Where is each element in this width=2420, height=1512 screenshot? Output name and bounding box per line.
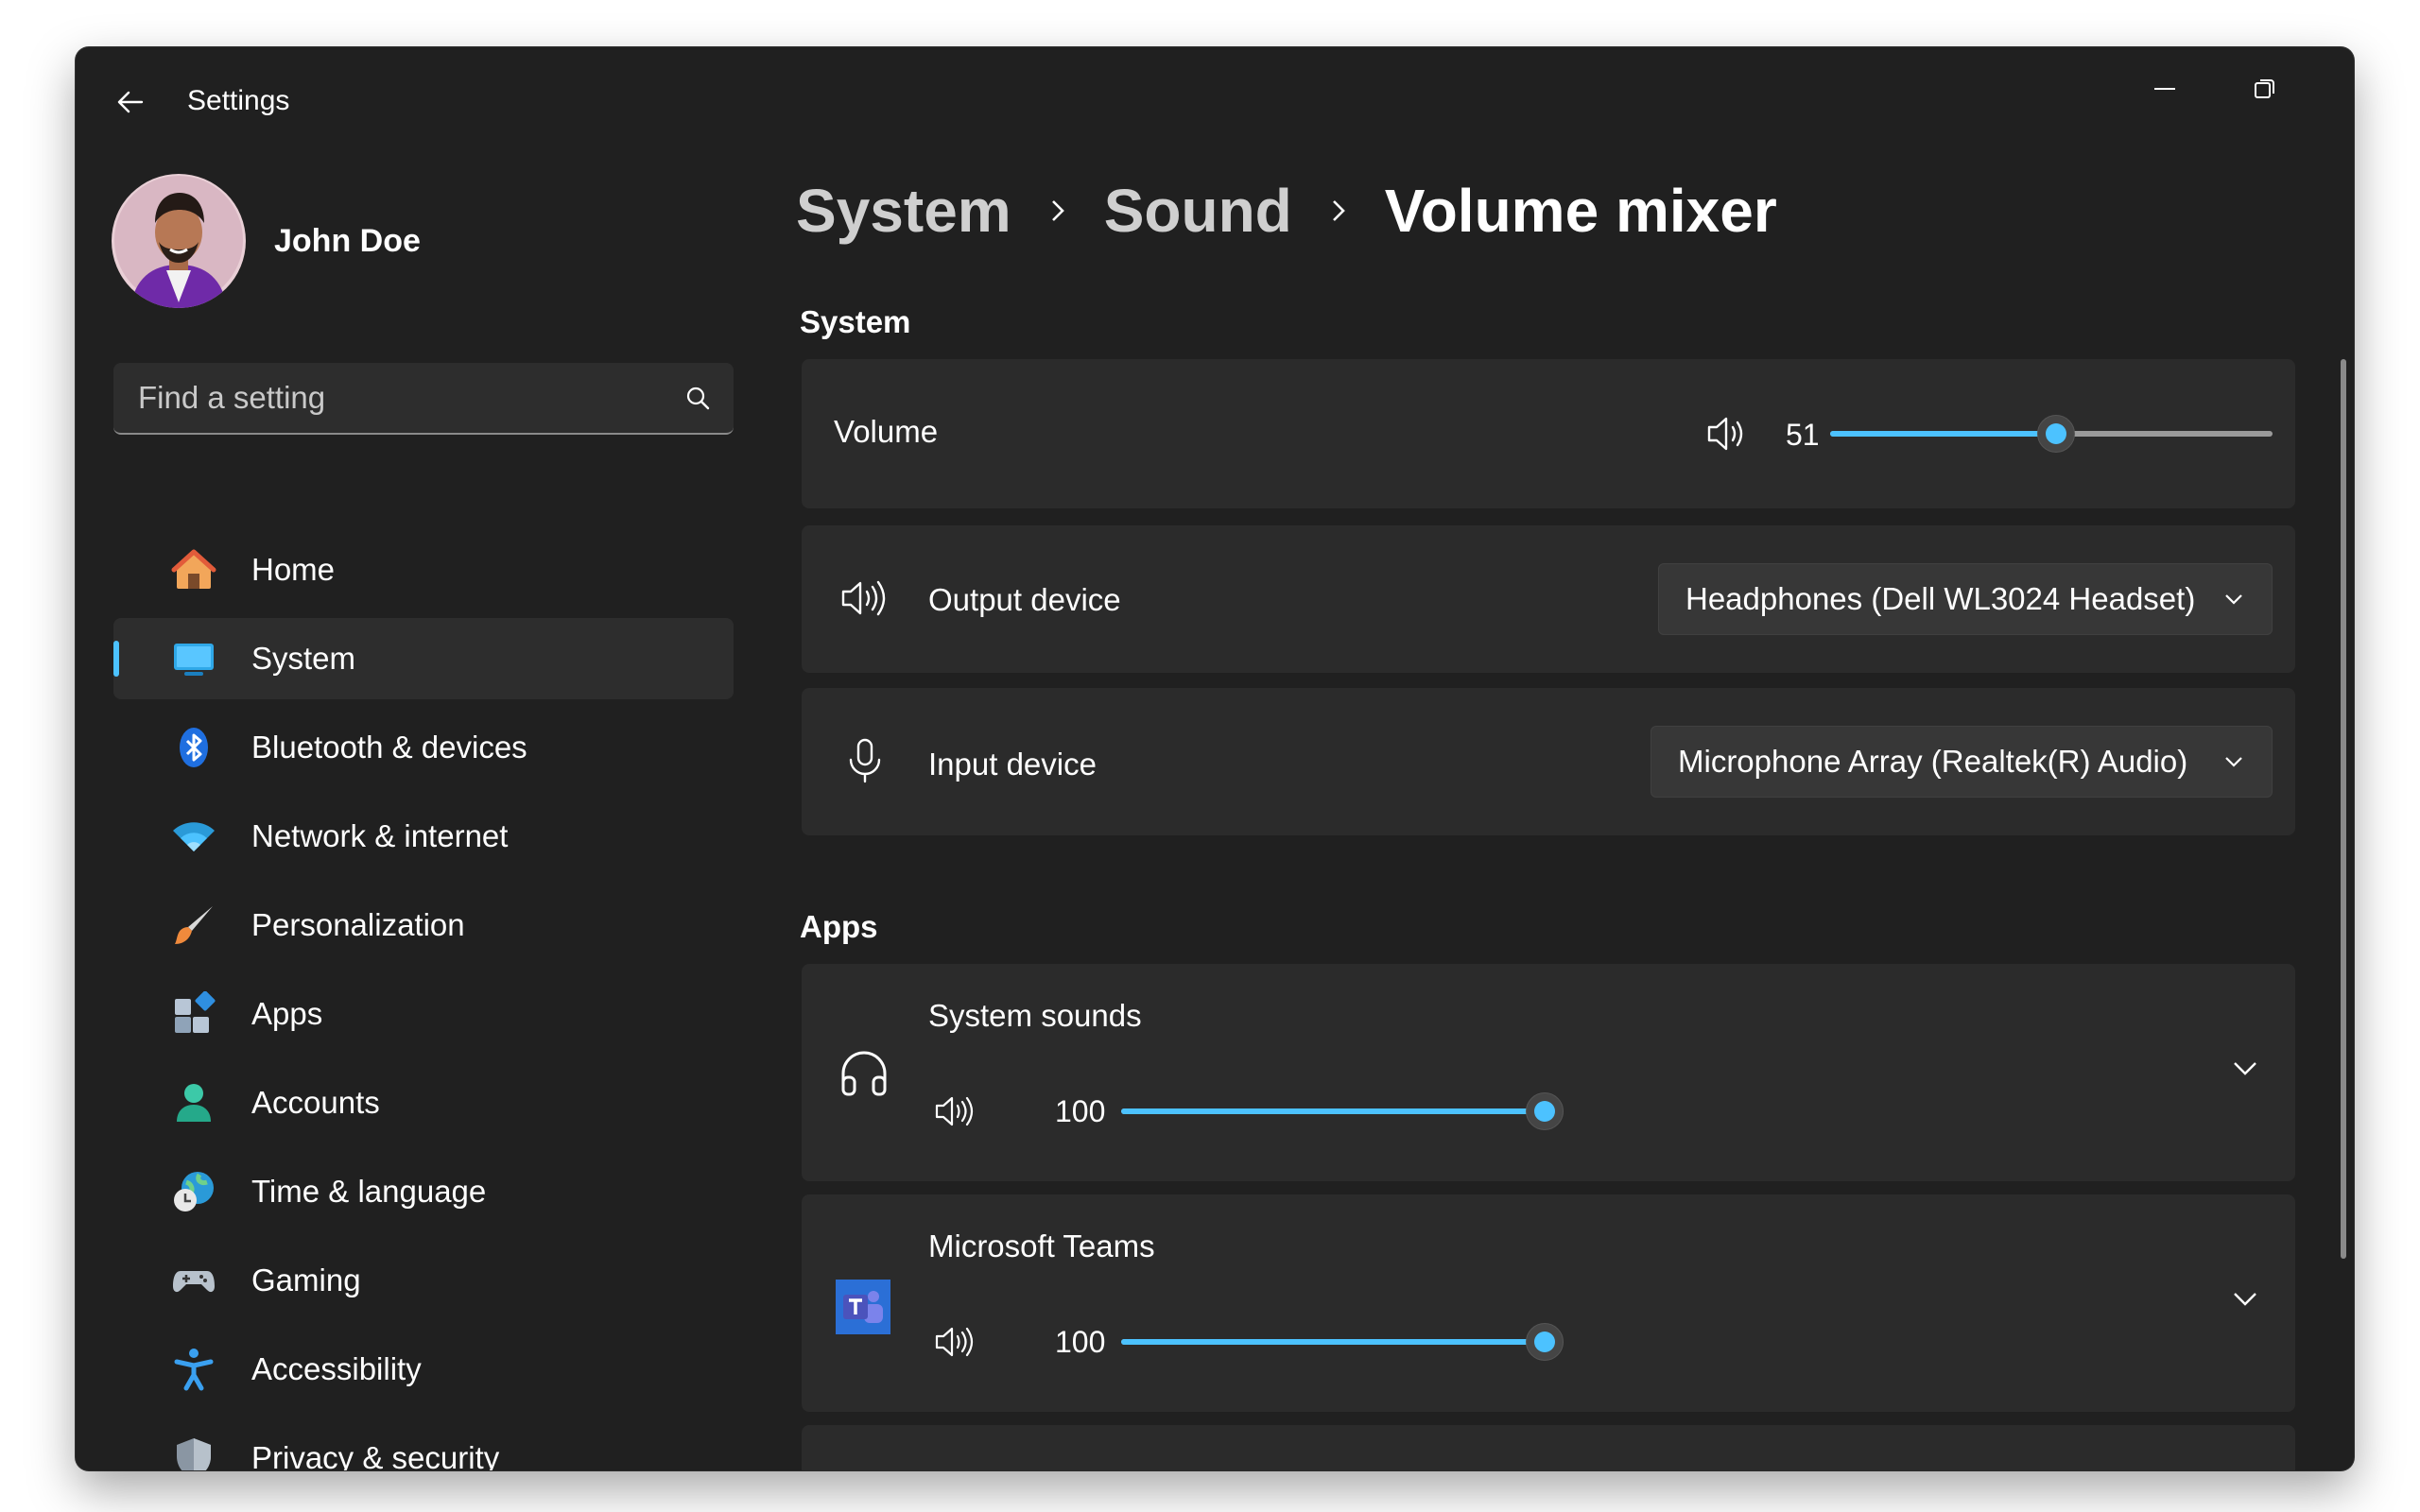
sidebar-item-privacy[interactable]: Privacy & security <box>113 1418 734 1470</box>
minimize-icon <box>2154 88 2175 90</box>
input-device-label: Input device <box>928 747 1097 782</box>
sidebar-item-label: Accounts <box>251 1085 380 1120</box>
restore-button[interactable] <box>2218 60 2312 117</box>
page-title: Volume mixer <box>1384 177 1777 245</box>
app-title: Settings <box>187 85 290 116</box>
profile-name: John Doe <box>274 222 421 259</box>
output-device-dropdown[interactable]: Headphones (Dell WL3024 Headset) <box>1658 563 2273 635</box>
speaker-icon[interactable] <box>1705 414 1747 458</box>
user-profile[interactable]: John Doe <box>112 174 421 308</box>
sidebar-item-accessibility[interactable]: Accessibility <box>113 1329 734 1410</box>
volume-slider[interactable] <box>1830 415 2273 453</box>
sidebar-nav: Home System Bluetooth & devices Network … <box>113 529 734 1470</box>
sidebar-item-label: Time & language <box>251 1174 487 1209</box>
sidebar-item-label: Privacy & security <box>251 1440 500 1470</box>
app-name: Microsoft Teams <box>928 1228 1155 1263</box>
chevron-down-icon[interactable] <box>2231 1289 2259 1314</box>
avatar <box>112 174 246 308</box>
wifi-icon <box>170 813 217 860</box>
chevron-down-icon[interactable] <box>2231 1058 2259 1084</box>
chevron-down-icon <box>2225 594 2242 605</box>
volume-value: 51 <box>1786 418 1820 452</box>
chevron-right-icon <box>1328 197 1349 225</box>
output-device-value: Headphones (Dell WL3024 Headset) <box>1685 581 2196 616</box>
title-bar: Settings <box>76 47 2354 151</box>
sidebar-item-home[interactable]: Home <box>113 529 734 610</box>
shield-icon <box>170 1435 217 1470</box>
sidebar-item-personalization[interactable]: Personalization <box>113 885 734 966</box>
sidebar-item-label: Network & internet <box>251 818 509 853</box>
breadcrumb-sound[interactable]: Sound <box>1104 176 1292 246</box>
arrow-left-icon <box>117 91 144 113</box>
sidebar-item-gaming[interactable]: Gaming <box>113 1240 734 1321</box>
sidebar-item-label: Home <box>251 552 336 587</box>
output-device-label: Output device <box>928 582 1121 617</box>
minimize-button[interactable] <box>2118 60 2212 117</box>
app-volume-slider[interactable] <box>1121 1092 1564 1130</box>
sidebar-item-bluetooth[interactable]: Bluetooth & devices <box>113 707 734 788</box>
sidebar-item-label: Gaming <box>251 1263 361 1297</box>
search-input[interactable]: Find a setting <box>113 363 734 435</box>
breadcrumb-system[interactable]: System <box>796 176 1011 246</box>
sidebar-item-label: Personalization <box>251 907 465 942</box>
app-name: System sounds <box>928 998 1142 1033</box>
accounts-icon <box>170 1079 217 1126</box>
sidebar-item-apps[interactable]: Apps <box>113 973 734 1055</box>
sidebar-item-label: System <box>251 641 356 676</box>
sidebar-item-label: Accessibility <box>251 1351 422 1386</box>
sidebar-item-label: Bluetooth & devices <box>251 730 527 765</box>
chevron-right-icon <box>1047 197 1068 225</box>
volume-slider-fill <box>1830 431 2056 437</box>
sidebar-item-time-language[interactable]: Time & language <box>113 1151 734 1232</box>
section-title-apps: Apps <box>800 909 878 944</box>
output-device-card: Output device Headphones (Dell WL3024 He… <box>802 525 2295 673</box>
section-title-system: System <box>800 304 911 339</box>
speaker-icon[interactable] <box>934 1325 974 1364</box>
volume-slider-thumb[interactable] <box>2036 415 2075 453</box>
gamepad-icon <box>170 1257 217 1304</box>
app-volume-slider-fill <box>1121 1108 1545 1114</box>
bluetooth-icon <box>170 724 217 771</box>
speaker-icon <box>839 576 889 625</box>
app-card-system-sounds: System sounds 100 <box>802 964 2295 1181</box>
back-button[interactable] <box>104 76 157 129</box>
volume-card: Volume 51 <box>802 359 2295 508</box>
input-device-value: Microphone Array (Realtek(R) Audio) <box>1678 744 2188 779</box>
app-volume-value: 100 <box>1055 1325 1106 1359</box>
scrollbar[interactable] <box>2341 359 2346 1259</box>
app-card-microsoft-teams: Microsoft Teams 100 <box>802 1194 2295 1412</box>
app-volume-value: 100 <box>1055 1094 1106 1128</box>
sidebar-item-label: Apps <box>251 996 323 1031</box>
accessibility-icon <box>170 1346 217 1393</box>
globe-clock-icon <box>170 1168 217 1215</box>
headphones-icon <box>838 1047 890 1105</box>
chevron-down-icon <box>2225 757 2242 767</box>
input-device-card: Input device Microphone Array (Realtek(R… <box>802 688 2295 835</box>
speaker-icon[interactable] <box>934 1094 974 1133</box>
search-placeholder: Find a setting <box>138 380 326 415</box>
sidebar-item-accounts[interactable]: Accounts <box>113 1062 734 1143</box>
app-volume-slider-thumb[interactable] <box>1526 1323 1564 1361</box>
app-volume-slider-thumb[interactable] <box>1526 1092 1564 1130</box>
input-device-dropdown[interactable]: Microphone Array (Realtek(R) Audio) <box>1651 726 2273 798</box>
home-icon <box>170 546 217 593</box>
sidebar-item-system[interactable]: System <box>113 618 734 699</box>
sidebar-item-network[interactable]: Network & internet <box>113 796 734 877</box>
system-icon <box>170 635 217 682</box>
teams-icon <box>836 1280 890 1339</box>
app-card-partial <box>802 1425 2295 1470</box>
apps-icon <box>170 990 217 1038</box>
close-button[interactable] <box>2320 60 2354 117</box>
app-volume-slider-fill <box>1121 1339 1545 1345</box>
brush-icon <box>170 902 217 949</box>
volume-label: Volume <box>834 414 939 449</box>
search-icon <box>686 387 710 410</box>
breadcrumb: System Sound Volume mixer <box>796 176 1777 246</box>
app-volume-slider[interactable] <box>1121 1323 1564 1361</box>
settings-window: Settings John Doe Find a setting Home Sy… <box>76 47 2354 1470</box>
restore-icon <box>2255 79 2274 98</box>
microphone-icon <box>847 737 883 789</box>
